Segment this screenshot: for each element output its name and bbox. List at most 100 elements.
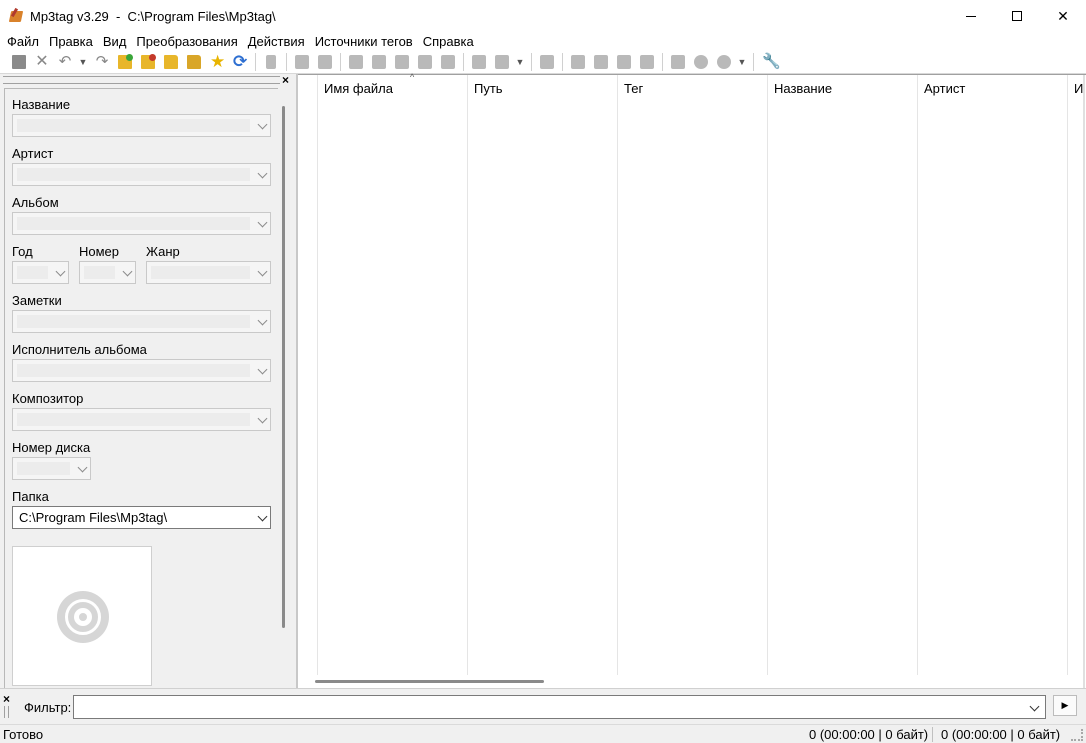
discogs-icon[interactable]: [614, 52, 634, 72]
menu-edit[interactable]: Правка: [44, 32, 98, 51]
menu-bar: Файл Правка Вид Преобразования Действия …: [0, 32, 1086, 51]
resize-grip-icon[interactable]: [1071, 729, 1083, 741]
play-arrow-icon: ▶: [1061, 700, 1069, 710]
file-list[interactable]: Имя файла ^ Путь Тег Название Артист И: [298, 72, 1086, 689]
column-filename-title[interactable]: Имя файла: [324, 81, 393, 96]
comment-field[interactable]: [12, 310, 271, 333]
toolbar-separator: [562, 53, 563, 71]
window-title: Mp3tag v3.29 - C:\Program Files\Mp3tag\: [30, 8, 276, 24]
folder-value: C:\Program Files\Mp3tag\: [19, 510, 168, 525]
column-title-title[interactable]: Название: [774, 81, 832, 96]
year-field[interactable]: [12, 261, 69, 284]
add-directory-icon[interactable]: [138, 52, 158, 72]
album-artist-label: Исполнитель альбома: [12, 342, 147, 357]
undo-dropdown-icon[interactable]: ▼: [78, 52, 88, 72]
disc-field[interactable]: [12, 457, 91, 480]
refresh-icon[interactable]: ⟳: [230, 52, 250, 72]
save-icon[interactable]: [9, 52, 29, 72]
column-filename[interactable]: Имя файла ^: [318, 72, 468, 675]
column-next-title[interactable]: И: [1074, 81, 1083, 96]
open-folder-icon[interactable]: [161, 52, 181, 72]
maximize-button[interactable]: [994, 0, 1040, 32]
filter-input[interactable]: [73, 695, 1046, 719]
column-artist-title[interactable]: Артист: [924, 81, 965, 96]
column-tag-title[interactable]: Тег: [624, 81, 643, 96]
album-field[interactable]: [12, 212, 271, 235]
case-convert-icon[interactable]: [492, 52, 512, 72]
column-gutter: [298, 75, 318, 675]
globe-icon[interactable]: [714, 52, 734, 72]
app-logo-icon: [8, 7, 24, 24]
actions-dropdown-icon[interactable]: ▼: [515, 52, 525, 72]
tag-panel: × Название Артист Альбом Год Номер Жанр …: [0, 74, 296, 688]
column-next[interactable]: И: [1068, 75, 1084, 675]
favorites-star-icon[interactable]: ★: [207, 52, 227, 72]
chevron-down-icon: [257, 266, 268, 277]
actions-icon[interactable]: [469, 52, 489, 72]
undo-icon[interactable]: ↶: [55, 52, 75, 72]
artist-label: Артист: [12, 146, 54, 161]
filename-tag-icon[interactable]: [369, 52, 389, 72]
print-icon[interactable]: [292, 52, 312, 72]
column-tag[interactable]: Тег: [618, 75, 768, 675]
disc-label: Номер диска: [12, 440, 91, 455]
title-field[interactable]: [12, 114, 271, 137]
menu-help[interactable]: Справка: [418, 32, 479, 51]
tag-filename-icon[interactable]: [346, 52, 366, 72]
remove-tag-icon[interactable]: ✕: [32, 52, 52, 72]
chevron-down-icon: [257, 168, 268, 179]
track-field[interactable]: [79, 261, 136, 284]
column-title[interactable]: Название: [768, 75, 918, 675]
toolbar: ✕ ↶ ▼ ↷ ★ ⟳ ▼ ▼ 🔧: [0, 51, 1086, 74]
artist-field[interactable]: [12, 163, 271, 186]
toolbar-separator: [463, 53, 464, 71]
playlist-icon[interactable]: [568, 52, 588, 72]
panel-grip[interactable]: [3, 76, 280, 84]
genre-field[interactable]: [146, 261, 271, 284]
folder-label: Папка: [12, 489, 49, 504]
status-divider: [932, 727, 933, 742]
web-sources-icon[interactable]: [637, 52, 657, 72]
close-icon: ✕: [1057, 7, 1069, 24]
composer-field[interactable]: [12, 408, 271, 431]
menu-convert[interactable]: Преобразования: [131, 32, 242, 51]
globe-icon[interactable]: [691, 52, 711, 72]
tag-sources-list-icon[interactable]: [668, 52, 688, 72]
menu-actions[interactable]: Действия: [243, 32, 310, 51]
folder-playlist-icon[interactable]: [184, 52, 204, 72]
change-directory-icon[interactable]: [115, 52, 135, 72]
menu-tag-sources[interactable]: Источники тегов: [310, 32, 418, 51]
filter-grip[interactable]: [4, 706, 9, 718]
options-wrench-icon[interactable]: 🔧: [759, 52, 781, 72]
tag-sources-icon[interactable]: [591, 52, 611, 72]
redo-icon[interactable]: ↷: [92, 52, 112, 72]
menu-view[interactable]: Вид: [98, 32, 132, 51]
tag-tag-icon[interactable]: [415, 52, 435, 72]
close-button[interactable]: ✕: [1040, 0, 1086, 32]
list-border: [1083, 75, 1085, 689]
track-label: Номер: [79, 244, 120, 259]
panel-scrollbar[interactable]: [282, 106, 285, 628]
folder-field[interactable]: C:\Program Files\Mp3tag\: [12, 506, 271, 529]
column-path[interactable]: Путь: [468, 75, 618, 675]
toolbar-separator: [662, 53, 663, 71]
album-artist-field[interactable]: [12, 359, 271, 382]
minimize-button[interactable]: [948, 0, 994, 32]
filter-close-icon[interactable]: ×: [3, 693, 10, 705]
export-icon[interactable]: [315, 52, 335, 72]
genre-label: Жанр: [146, 244, 180, 259]
column-artist[interactable]: Артист: [918, 75, 1068, 675]
web-sources-dropdown-icon[interactable]: ▼: [737, 52, 747, 72]
filter-apply-button[interactable]: ▶: [1053, 695, 1077, 716]
text-tag-icon[interactable]: [392, 52, 412, 72]
select-all-icon[interactable]: [261, 52, 281, 72]
horizontal-scrollbar[interactable]: [315, 680, 544, 683]
maximize-icon: [1012, 11, 1022, 21]
selected-count: 0 (00:00:00 | 0 байт): [809, 727, 929, 742]
panel-close-icon[interactable]: ×: [282, 74, 289, 86]
column-path-title[interactable]: Путь: [474, 81, 503, 96]
extended-tags-icon[interactable]: [537, 52, 557, 72]
cover-art-area[interactable]: [12, 546, 152, 686]
menu-file[interactable]: Файл: [2, 32, 44, 51]
autonumber-icon[interactable]: [438, 52, 458, 72]
